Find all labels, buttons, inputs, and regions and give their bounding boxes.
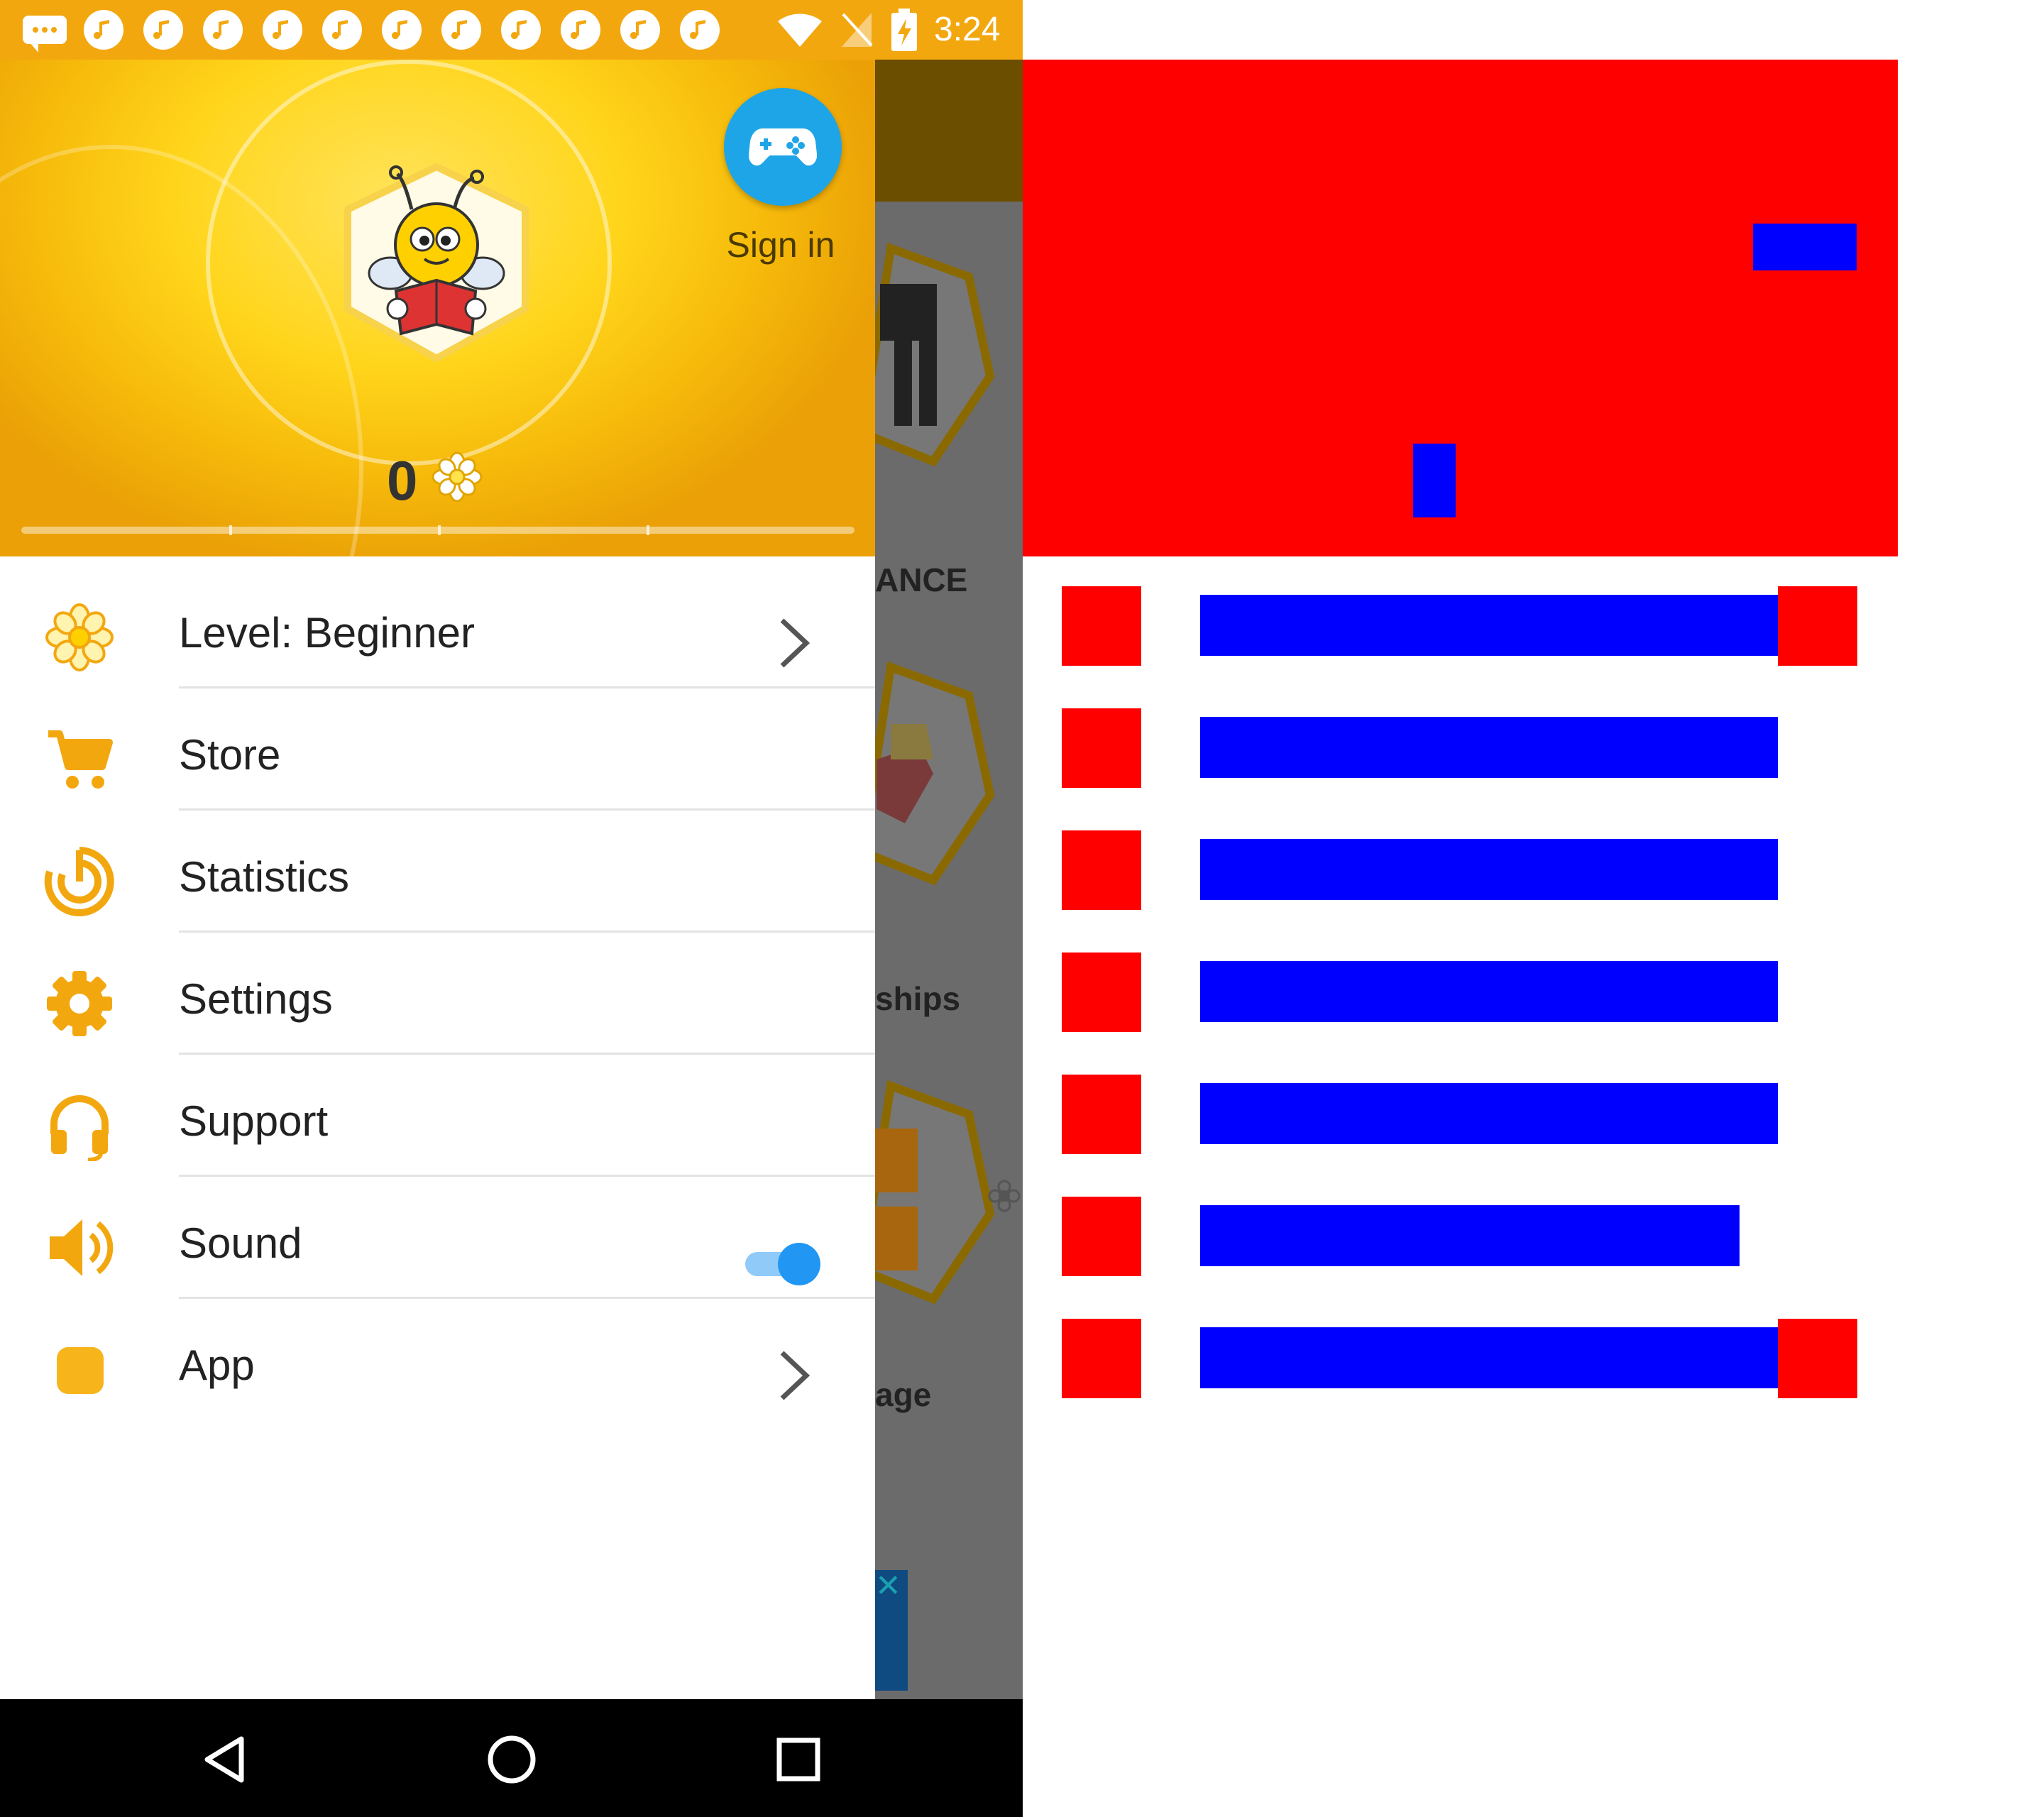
music-note-icon xyxy=(501,10,541,50)
music-note-icon xyxy=(263,10,302,50)
menu-item-settings[interactable]: Settings xyxy=(0,933,875,1055)
background-app-header xyxy=(875,60,1023,202)
background-label: ships xyxy=(875,980,961,1017)
music-note-icon xyxy=(203,10,243,50)
menu-item-sound[interactable]: Sound xyxy=(0,1177,875,1299)
status-time: 3:24 xyxy=(934,11,1001,48)
flower-icon xyxy=(45,603,114,671)
chevron-right-icon xyxy=(780,618,811,668)
menu-item-label: Store xyxy=(179,731,281,779)
flower-icon xyxy=(432,451,483,503)
menu-item-statistics[interactable]: Statistics xyxy=(0,811,875,933)
music-note-icon xyxy=(84,10,123,50)
navigation-bar xyxy=(0,1699,1023,1817)
menu-item-label: Statistics xyxy=(179,853,350,901)
annotation-label-box xyxy=(1200,717,1778,778)
gear-icon xyxy=(47,971,112,1036)
music-note-icon xyxy=(561,10,600,50)
app-square-icon xyxy=(57,1347,104,1394)
annotation-chevron-box xyxy=(1778,1319,1857,1398)
status-bar: 3:24 xyxy=(0,0,1023,60)
music-note-icon xyxy=(441,10,481,50)
menu-item-label: Settings xyxy=(179,975,333,1023)
menu-item-level[interactable]: Level: Beginner xyxy=(0,566,875,688)
menu-item-store[interactable]: Store xyxy=(0,688,875,811)
annotation-label-box xyxy=(1200,595,1778,656)
sign-in-label[interactable]: Sign in xyxy=(696,224,866,265)
points-count: 0 xyxy=(387,449,418,512)
progress-divider xyxy=(229,525,232,535)
recents-icon[interactable] xyxy=(775,1736,822,1783)
annotation-label-box xyxy=(1200,1205,1740,1266)
cart-icon xyxy=(48,730,113,789)
annotation-points-box xyxy=(1413,444,1456,517)
home-icon[interactable] xyxy=(485,1733,538,1786)
annotation-label-box xyxy=(1200,1083,1778,1144)
annotation-icon-box xyxy=(1062,1197,1141,1276)
annotation-label-box xyxy=(1200,1327,1778,1388)
wifi-icon xyxy=(778,13,822,47)
annotation-icon-box xyxy=(1062,1075,1141,1154)
music-note-icon xyxy=(143,10,183,50)
menu-item-app[interactable]: App xyxy=(0,1299,875,1421)
back-icon[interactable] xyxy=(200,1735,250,1784)
annotation-icon-box xyxy=(1062,953,1141,1032)
annotation-icon-box xyxy=(1062,830,1141,910)
close-ad-icon[interactable]: ✕ xyxy=(875,1570,901,1603)
statistics-icon xyxy=(44,847,114,916)
chat-icon xyxy=(23,16,67,53)
sound-toggle[interactable] xyxy=(742,1234,828,1290)
speaker-icon xyxy=(50,1219,114,1276)
music-note-icon xyxy=(680,10,720,50)
menu-item-support[interactable]: Support xyxy=(0,1055,875,1177)
music-note-icon xyxy=(322,10,362,50)
background-label: ANCE xyxy=(875,561,968,598)
progress-divider xyxy=(647,525,649,535)
annotation-signin-label-box xyxy=(1753,224,1857,270)
annotation-label-box xyxy=(1200,839,1778,900)
no-signal-icon xyxy=(842,13,873,47)
annotation-icon-box xyxy=(1062,586,1141,666)
menu-item-label: Support xyxy=(179,1097,329,1145)
menu-item-label: Sound xyxy=(179,1219,302,1267)
phone-screen: 3:24 ANCE ships age ✕ Sign in 0 Level: B… xyxy=(0,0,1023,1817)
progress-divider xyxy=(438,525,441,535)
battery-charging-icon xyxy=(891,9,917,51)
flower-icon xyxy=(988,1180,1021,1212)
annotation-icon-box xyxy=(1062,1319,1141,1398)
annotation-chevron-box xyxy=(1778,586,1857,666)
menu-item-label: App xyxy=(179,1341,255,1389)
annotation-header-block xyxy=(1023,60,1898,556)
annotation-label-box xyxy=(1200,961,1778,1022)
chevron-right-icon xyxy=(780,1351,811,1400)
gamepad-icon xyxy=(749,128,817,166)
background-label: age xyxy=(875,1376,932,1413)
sign-in-button[interactable] xyxy=(724,88,842,206)
music-note-icon xyxy=(620,10,660,50)
annotation-icon-box xyxy=(1062,708,1141,788)
menu-item-label: Level: Beginner xyxy=(179,609,475,657)
headset-icon xyxy=(50,1095,109,1161)
bee-avatar[interactable] xyxy=(334,160,539,366)
music-note-icon xyxy=(382,10,422,50)
